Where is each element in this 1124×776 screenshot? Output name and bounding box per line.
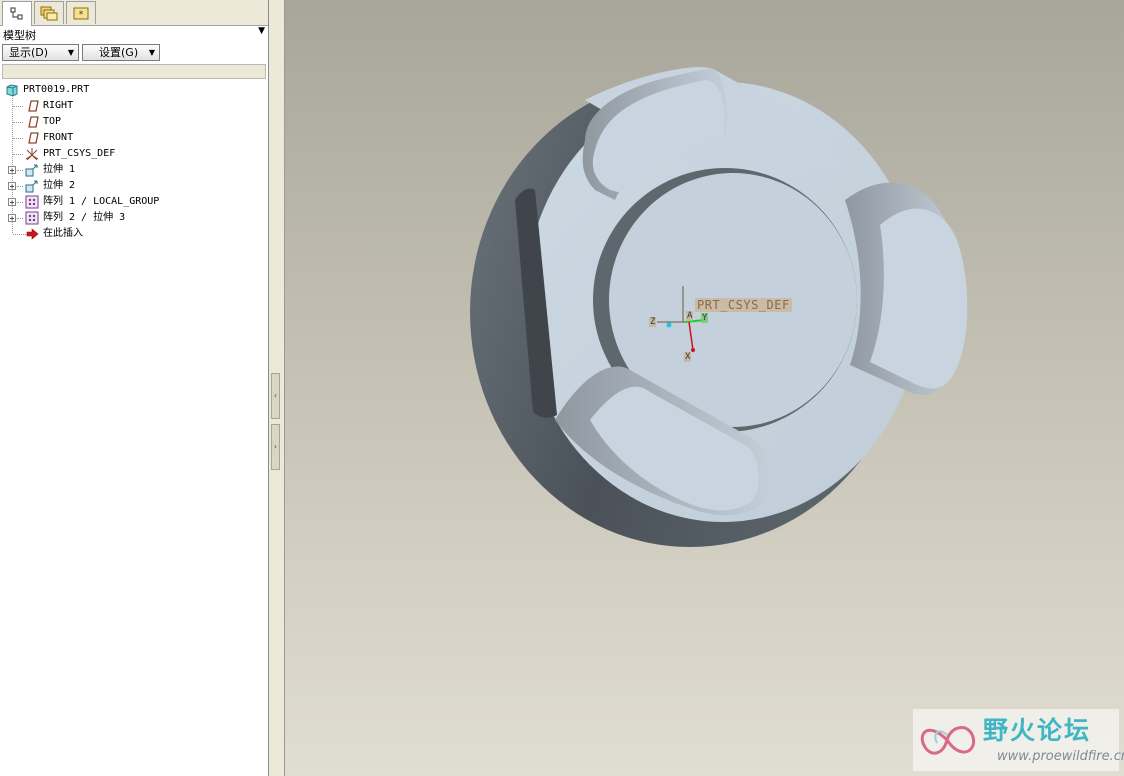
tree-item-label: 拉伸 2 [43, 180, 76, 191]
tree-branch-line [17, 170, 23, 171]
navigator-tabs: * [0, 0, 268, 26]
tree-item-label: 阵列 2 / 拉伸 3 [43, 212, 126, 223]
tree-root[interactable]: PRT0019.PRT [0, 82, 268, 98]
watermark-url: www.proewildfire.cn [997, 749, 1124, 764]
model-tree: PRT0019.PRT RIGHT TOP FRONT PRT_CSYS_DEF… [0, 82, 268, 242]
part-icon [6, 84, 18, 97]
tree-menu-dropdown-icon[interactable]: ▼ [258, 26, 265, 36]
pattern-icon [25, 211, 39, 225]
tree-branch-line [17, 218, 23, 219]
tree-branch-line [13, 138, 23, 139]
chevron-down-icon: ▼ [67, 48, 74, 57]
expand-toggle[interactable]: + [8, 214, 16, 223]
tree-branch-line [13, 154, 23, 155]
settings-button-label: 设置(G) [99, 46, 139, 59]
tree-item-right[interactable]: RIGHT [0, 98, 268, 114]
csys-origin-label: A [686, 311, 694, 321]
tree-item-csys[interactable]: PRT_CSYS_DEF [0, 146, 268, 162]
model-tree-tab[interactable] [2, 1, 32, 26]
tree-item-label: PRT_CSYS_DEF [43, 148, 116, 159]
tree-item-front[interactable]: FRONT [0, 130, 268, 146]
coordinate-system-icon [25, 148, 39, 161]
datum-plane-icon [28, 100, 39, 112]
tree-branch-line [17, 202, 23, 203]
tree-item-label: RIGHT [43, 100, 74, 111]
watermark-title: 野火论坛 [983, 716, 1092, 745]
extrude-icon [25, 180, 38, 193]
insert-here-arrow-icon [26, 228, 39, 240]
collapse-panel-button[interactable]: ‹ [271, 373, 280, 419]
tree-column-header[interactable] [2, 64, 266, 79]
tree-item-label: FRONT [43, 132, 74, 143]
pattern-icon [25, 195, 39, 209]
settings-button[interactable]: 设置(G) ▼ [82, 44, 160, 61]
favorites-icon: * [73, 7, 89, 20]
expand-toggle[interactable]: + [8, 198, 16, 207]
tree-item-extrude-1[interactable]: + 拉伸 1 [0, 162, 268, 178]
show-button[interactable]: 显示(D) ▼ [2, 44, 79, 61]
expand-panel-button[interactable]: › [271, 424, 280, 470]
expand-toggle[interactable]: + [8, 182, 16, 191]
tree-root-label: PRT0019.PRT [23, 84, 90, 95]
axis-x-label: X [684, 352, 692, 362]
tree-branch-line [17, 186, 23, 187]
panel-splitter[interactable]: ‹ › [269, 0, 285, 776]
tree-item-pattern-1[interactable]: + 阵列 1 / LOCAL_GROUP [0, 194, 268, 210]
tree-item-label: TOP [43, 116, 62, 127]
tree-item-top[interactable]: TOP [0, 114, 268, 130]
model-tree-title: 模型树 [3, 29, 36, 42]
graphics-window[interactable]: PRT_CSYS_DEF Z A Y X 野火论坛 www.proewildfi… [285, 0, 1124, 776]
show-button-label: 显示(D) [9, 46, 49, 59]
folder-browser-tab[interactable] [34, 1, 64, 24]
tree-branch-line [13, 106, 23, 107]
part-model[interactable] [285, 0, 1124, 776]
axis-z-label: Z [649, 317, 657, 327]
tree-item-label: 在此插入 [43, 228, 83, 239]
chevron-down-icon: ▼ [148, 48, 155, 57]
navigator-panel: * 模型树 ▼ 显示(D) ▼ 设置(G) ▼ PRT0019.PRT RIGH… [0, 0, 269, 776]
tree-item-insert-here[interactable]: 在此插入 [0, 226, 268, 242]
csys-label[interactable]: PRT_CSYS_DEF [695, 298, 792, 312]
watermark: 野火论坛 www.proewildfire.cn [913, 709, 1124, 771]
expand-toggle[interactable]: + [8, 166, 16, 175]
tree-item-pattern-2[interactable]: + 阵列 2 / 拉伸 3 [0, 210, 268, 226]
model-tree-icon [10, 7, 23, 20]
csys-x-dot [691, 348, 695, 352]
datum-plane-icon [28, 132, 39, 144]
folder-icon [40, 6, 58, 21]
datum-plane-icon [28, 116, 39, 128]
tree-item-extrude-2[interactable]: + 拉伸 2 [0, 178, 268, 194]
model-tree-header: 模型树 ▼ [0, 26, 268, 42]
favorites-tab[interactable]: * [66, 1, 96, 24]
svg-text:*: * [79, 10, 84, 20]
extrude-icon [25, 164, 38, 177]
lug-right-face [870, 208, 968, 389]
axis-y-label: Y [701, 313, 709, 323]
tree-item-label: 拉伸 1 [43, 164, 76, 175]
watermark-logo-icon [920, 726, 976, 755]
csys-z-dot [666, 322, 672, 328]
tree-item-label: 阵列 1 / LOCAL_GROUP [43, 196, 160, 207]
tree-branch-line [13, 122, 23, 123]
